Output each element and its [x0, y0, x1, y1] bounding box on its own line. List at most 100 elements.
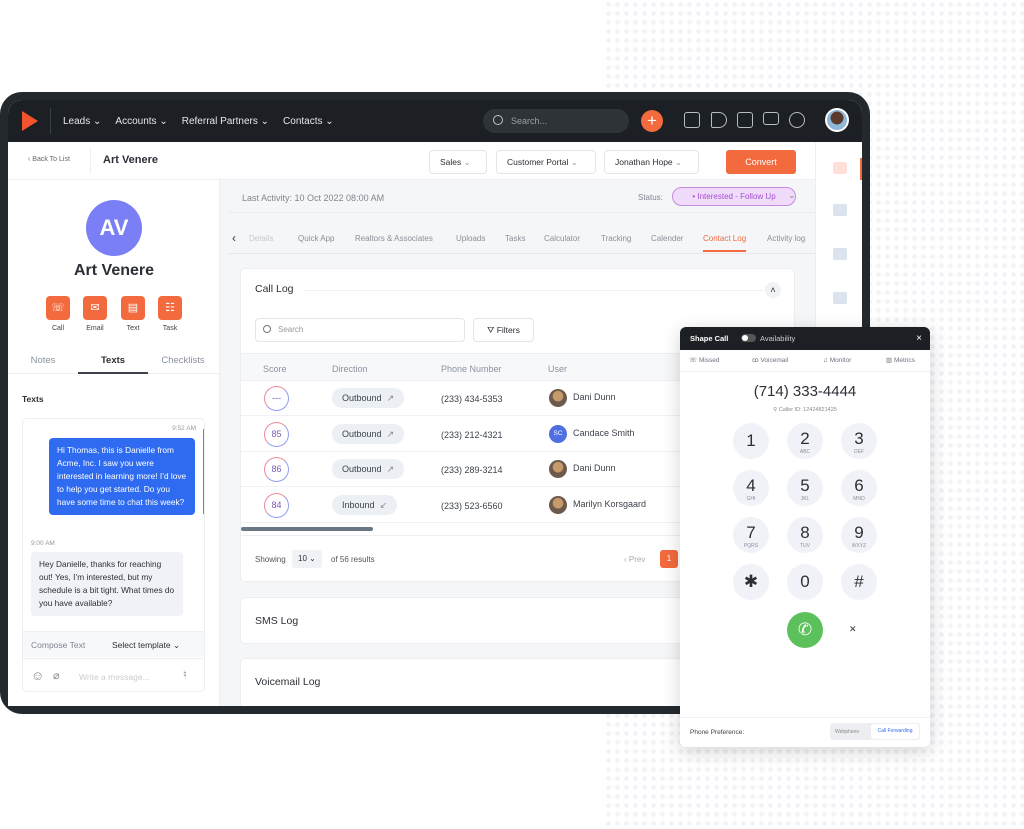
report-icon[interactable] — [684, 112, 700, 128]
keypad-key[interactable]: 6 MNO — [841, 470, 877, 506]
tab-missed[interactable]: ☏ Missed — [689, 350, 720, 372]
attachment-icon[interactable]: ⌀ — [53, 669, 60, 682]
status-chevron-icon[interactable]: ⌄ — [788, 190, 796, 201]
col-phone[interactable]: Phone Number — [441, 364, 502, 374]
keypad-key[interactable]: 8 TUV — [787, 517, 823, 553]
tab-calculator[interactable]: Calculator — [544, 234, 580, 243]
tab-tracking[interactable]: Tracking — [601, 234, 631, 243]
keypad-key[interactable]: 9 WXYZ — [841, 517, 877, 553]
col-user[interactable]: User — [548, 364, 567, 374]
dialed-number: (714) 333-4444 — [753, 383, 857, 400]
keypad-key[interactable]: 1 — [733, 423, 769, 459]
tabs-prev-icon[interactable]: ‹ — [232, 231, 236, 245]
template-select[interactable]: Select template ⌄ — [112, 632, 180, 658]
search-icon — [263, 325, 271, 333]
gear-icon[interactable] — [789, 112, 805, 128]
top-nav: Leads ⌄ Accounts ⌄ Referral Partners ⌄ C… — [8, 100, 862, 142]
keypad-key[interactable]: 3 DEF — [841, 423, 877, 459]
tab-checklists[interactable]: Checklists — [148, 355, 218, 366]
keypad-key[interactable]: 5 JKL — [787, 470, 823, 506]
tab-voicemail[interactable]: ꝏ Voicemail — [752, 350, 788, 372]
backspace-icon[interactable]: ✕ — [849, 624, 857, 635]
contact-name: Art Venere — [73, 262, 155, 279]
page-size-select[interactable]: 10 ⌄ — [292, 550, 322, 568]
compose-label: Compose Text — [31, 640, 86, 650]
page-1-button[interactable]: 1 — [660, 550, 678, 568]
convert-button[interactable]: Convert — [726, 150, 796, 174]
tab-uploads[interactable]: Uploads — [456, 234, 485, 243]
monitor-icon[interactable] — [763, 112, 779, 125]
text-label: Text — [126, 325, 140, 332]
status-badge[interactable]: • Interested - Follow Up — [672, 187, 796, 206]
task-button[interactable]: ☷ — [158, 296, 182, 320]
tab-details[interactable]: Details — [249, 234, 273, 243]
nav-referral-partners[interactable]: Referral Partners ⌄ — [182, 116, 269, 127]
dialer-widget: Shape Call Availability × ☏ Missed ꝏ Voi… — [680, 327, 930, 747]
filters-button[interactable]: ⛛ Filters — [473, 318, 534, 342]
add-button[interactable]: + — [641, 110, 663, 132]
keypad-key[interactable]: 7 PQRS — [733, 517, 769, 553]
col-score[interactable]: Score — [263, 364, 287, 374]
nav-accounts[interactable]: Accounts ⌄ — [115, 116, 167, 127]
score-badge: 84 — [264, 492, 289, 518]
call-button[interactable]: ✆ — [787, 612, 823, 648]
phone-number[interactable]: (233) 212-4321 — [441, 430, 503, 440]
scrollbar[interactable] — [203, 429, 204, 514]
tab-contact-log[interactable]: Contact Log — [703, 234, 747, 252]
emoji-icon[interactable]: ☺ — [31, 668, 44, 683]
call-log-search[interactable]: Search — [255, 318, 465, 342]
user-name: Candace Smith — [573, 427, 635, 438]
keypad-key[interactable]: 2 ABC — [787, 423, 823, 459]
tab-metrics[interactable]: ▥ Metrics — [886, 350, 915, 372]
email-button[interactable]: ✉ — [83, 296, 107, 320]
prev-page-button[interactable]: ‹ Prev — [624, 555, 645, 564]
close-icon[interactable]: × — [916, 327, 922, 350]
text-button[interactable]: ▤ — [121, 296, 145, 320]
portal-dropdown[interactable]: Customer Portal — [496, 150, 596, 174]
back-to-list-link[interactable]: ‹ Back To List — [28, 156, 70, 163]
tab-quick-app[interactable]: Quick App — [298, 234, 334, 243]
tab-calender[interactable]: Calender — [651, 234, 683, 243]
nav-contacts[interactable]: Contacts ⌄ — [283, 116, 334, 127]
message-thread: 9:52 AM Hi Thomas, this is Danielle from… — [22, 418, 205, 692]
phone-number[interactable]: (233) 289-3214 — [441, 465, 503, 475]
chart-icon[interactable] — [833, 162, 847, 174]
call-forwarding-option[interactable]: Call Forwarding — [871, 724, 919, 739]
message-input[interactable]: Write a message... — [79, 672, 150, 682]
tab-monitor[interactable]: ♫ Monitor — [823, 350, 851, 372]
mail-icon[interactable] — [833, 292, 847, 304]
phone-number[interactable]: (233) 434-5353 — [441, 394, 503, 404]
call-button[interactable]: ☏ — [46, 296, 70, 320]
owner-dropdown[interactable]: Jonathan Hope — [604, 150, 699, 174]
keypad-key[interactable]: ✱ — [733, 564, 769, 600]
keypad-key[interactable]: 4 GHI — [733, 470, 769, 506]
webphone-option[interactable]: Webphone — [835, 729, 859, 735]
calendar-icon[interactable] — [833, 248, 847, 260]
pipeline-dropdown[interactable]: Sales — [429, 150, 487, 174]
col-direction[interactable]: Direction — [332, 364, 368, 374]
keypad-key[interactable]: 0 — [787, 564, 823, 600]
message-time: 9:52 AM — [172, 425, 196, 432]
results-count: of 56 results — [331, 555, 375, 564]
nav-leads[interactable]: Leads ⌄ — [63, 116, 101, 127]
email-label: Email — [86, 325, 104, 332]
megaphone-icon[interactable] — [711, 112, 727, 128]
tab-realtors[interactable]: Realtors & Associates — [355, 234, 433, 243]
logo-icon — [22, 111, 38, 131]
collapse-icon[interactable]: ˄ — [765, 282, 781, 298]
record-title: Art Venere — [103, 154, 159, 166]
tab-notes[interactable]: Notes — [8, 355, 78, 366]
checklist-icon[interactable] — [833, 204, 847, 216]
horizontal-scrollbar[interactable] — [241, 527, 373, 531]
user-avatar[interactable] — [825, 108, 849, 132]
phone-number[interactable]: (233) 523-6560 — [441, 501, 503, 511]
tab-tasks[interactable]: Tasks — [505, 234, 525, 243]
search-input[interactable]: Search... — [483, 109, 629, 133]
keypad-key[interactable]: # — [841, 564, 877, 600]
microphone-icon[interactable]: ♮ — [183, 668, 187, 681]
tab-texts[interactable]: Texts — [78, 355, 148, 366]
tab-activity-log[interactable]: Activity log — [767, 234, 805, 243]
availability-toggle[interactable] — [741, 334, 756, 342]
checklist-icon[interactable] — [737, 112, 753, 128]
filter-icon: ⛛ — [487, 325, 495, 335]
